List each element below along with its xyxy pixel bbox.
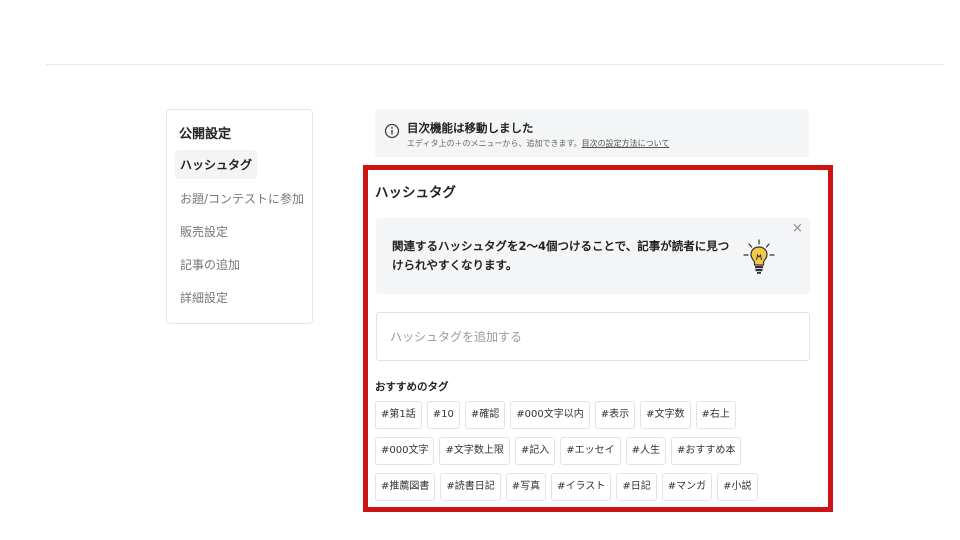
info-icon [384,123,400,139]
sidebar-title: 公開設定 [179,127,232,142]
tag-chip[interactable]: #10 [426,401,460,429]
tag-chip[interactable]: #000文字 [375,437,435,465]
tag-chip[interactable]: #右上 [695,401,736,429]
recommended-tags-label: おすすめのタグ [375,381,449,393]
tag-row: #推薦図書 #読書日記 #写真 #イラスト #日記 #マンガ #小説 [375,473,815,501]
tag-chip[interactable]: #記入 [514,437,556,465]
toc-settings-link[interactable]: 目次の設定方法について [582,139,670,148]
recommended-tags: #第1話 #10 #確認 #000文字以内 #表示 #文字数 #右上 #000文… [375,401,815,509]
close-icon[interactable]: × [792,221,803,236]
tag-row: #000文字 #文字数上限 #記入 #エッセイ #人生 #おすすめ本 [375,437,815,465]
tag-chip[interactable]: #推薦図書 [375,473,436,501]
tag-chip[interactable]: #日記 [616,473,657,501]
notice-description-text: エディタ上の＋のメニューから、追加できます。 [407,139,582,148]
sidebar-item-sales[interactable]: 販売設定 [175,217,233,246]
tag-chip[interactable]: #読書日記 [440,473,501,501]
tag-chip[interactable]: #人生 [625,437,667,465]
hashtag-tip-box: 関連するハッシュタグを2〜4個つけることで、記事が読者に見つけられやすくなります… [376,218,810,294]
tag-row: #第1話 #10 #確認 #000文字以内 #表示 #文字数 #右上 [375,401,815,429]
lightbulb-icon [743,239,775,274]
tag-chip[interactable]: #000文字以内 [510,401,590,429]
tag-chip[interactable]: #エッセイ [560,437,621,465]
sidebar-item-add-article[interactable]: 記事の追加 [175,250,245,279]
tag-chip[interactable]: #イラスト [551,473,612,501]
tag-chip[interactable]: #小説 [717,473,758,501]
tag-chip[interactable]: #写真 [505,473,547,501]
hashtag-section-title: ハッシュタグ [375,185,456,201]
tip-text: 関連するハッシュタグを2〜4個つけることで、記事が読者に見つけられやすくなります… [392,239,730,272]
tag-chip[interactable]: #文字数 [640,401,691,429]
sidebar-item-contest[interactable]: お題/コンテストに参加 [175,184,309,213]
toc-moved-notice: 目次機能は移動しました エディタ上の＋のメニューから、追加できます。目次の設定方… [375,109,809,157]
hashtag-input[interactable] [376,312,810,361]
tag-chip[interactable]: #文字数上限 [439,437,510,465]
sidebar-item-advanced[interactable]: 詳細設定 [175,283,233,312]
tag-chip[interactable]: #第1話 [375,401,422,429]
notice-description: エディタ上の＋のメニューから、追加できます。目次の設定方法について [407,138,669,149]
top-divider [46,64,944,65]
settings-sidebar: 公開設定 ハッシュタグ お題/コンテストに参加 販売設定 記事の追加 詳細設定 [166,109,313,324]
sidebar-item-hashtag[interactable]: ハッシュタグ [175,150,258,179]
tag-chip[interactable]: #おすすめ本 [671,437,742,465]
tag-chip[interactable]: #マンガ [661,473,713,501]
tag-chip[interactable]: #確認 [464,401,506,429]
notice-title: 目次機能は移動しました [407,121,534,135]
tag-chip[interactable]: #表示 [594,401,636,429]
